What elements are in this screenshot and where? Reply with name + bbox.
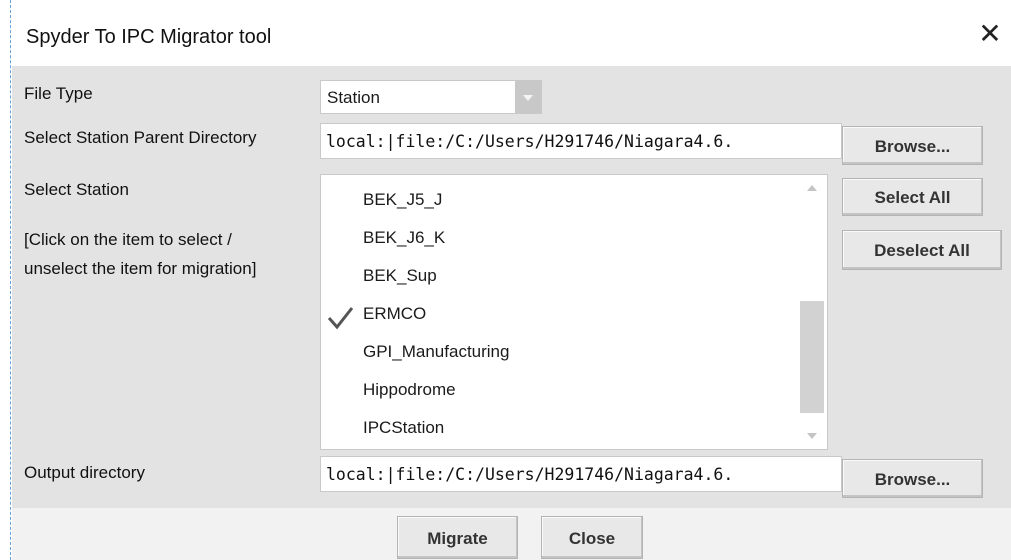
- select-station-label: Select Station: [24, 180, 129, 199]
- station-name: BEK_Sup: [363, 266, 437, 285]
- close-button[interactable]: Close: [541, 516, 643, 559]
- output-dir-label: Output directory: [24, 463, 145, 482]
- station-list-item[interactable]: GPI_Manufacturing: [321, 340, 795, 378]
- migrate-button[interactable]: Migrate: [397, 516, 518, 559]
- deselect-all-button[interactable]: Deselect All: [842, 230, 1002, 270]
- dialog-title: Spyder To IPC Migrator tool: [26, 26, 272, 48]
- station-name: Hippodrome: [363, 380, 456, 399]
- station-name: IPCStation: [363, 418, 445, 437]
- browse-parent-button[interactable]: Browse...: [842, 126, 983, 165]
- station-list-item[interactable]: BEK_Sup: [321, 264, 795, 302]
- hint-line-2: unselect the item for migration]: [24, 259, 257, 278]
- file-type-label: File Type: [24, 84, 93, 103]
- checkmark-icon: [327, 307, 354, 330]
- dialog-footer: Migrate Close: [12, 508, 1011, 560]
- station-list-item[interactable]: Hippodrome: [321, 378, 795, 416]
- station-list[interactable]: BEK_J5_J BEK_J6_K BEK_Sup ERMCO GPI_Manufact…: [320, 174, 828, 450]
- station-list-item[interactable]: IPCStation: [321, 416, 795, 449]
- title-bar: Spyder To IPC Migrator tool ✕: [11, 0, 1011, 66]
- station-name: GPI_Manufacturing: [363, 342, 510, 361]
- parent-dir-field[interactable]: local:|file:/C:/Users/H291746/Niagara4.6…: [320, 123, 842, 159]
- station-name: ERMCO: [363, 304, 427, 323]
- select-all-button[interactable]: Select All: [842, 178, 983, 216]
- hint-line-1: [Click on the item to select /: [24, 230, 232, 249]
- output-dir-value: local:|file:/C:/Users/H291746/Niagara4.6…: [326, 465, 734, 484]
- migrator-dialog: Spyder To IPC Migrator tool ✕ File Type …: [10, 0, 1011, 560]
- station-list-item[interactable]: BEK_J6_K: [321, 226, 795, 264]
- close-icon[interactable]: ✕: [978, 20, 1002, 48]
- browse-output-button[interactable]: Browse...: [842, 459, 983, 498]
- chevron-down-icon[interactable]: [515, 81, 541, 113]
- station-name: BEK_J6_K: [363, 228, 446, 247]
- file-type-value: Station: [327, 88, 380, 107]
- list-scrollbar[interactable]: [797, 175, 827, 449]
- parent-dir-value: local:|file:/C:/Users/H291746/Niagara4.6…: [326, 132, 734, 151]
- form-panel: File Type Station Select Station Parent …: [12, 66, 1011, 508]
- output-dir-field[interactable]: local:|file:/C:/Users/H291746/Niagara4.6…: [320, 456, 842, 492]
- file-type-select[interactable]: Station: [320, 80, 542, 114]
- scroll-thumb[interactable]: [800, 301, 824, 413]
- station-list-item[interactable]: ERMCO: [321, 302, 795, 340]
- parent-dir-label: Select Station Parent Directory: [24, 128, 257, 147]
- station-name: BEK_J5_J: [363, 190, 443, 209]
- scroll-up-arrow[interactable]: [807, 185, 817, 191]
- station-list-item[interactable]: BEK_J5_J: [321, 188, 795, 226]
- scroll-down-arrow[interactable]: [807, 433, 817, 439]
